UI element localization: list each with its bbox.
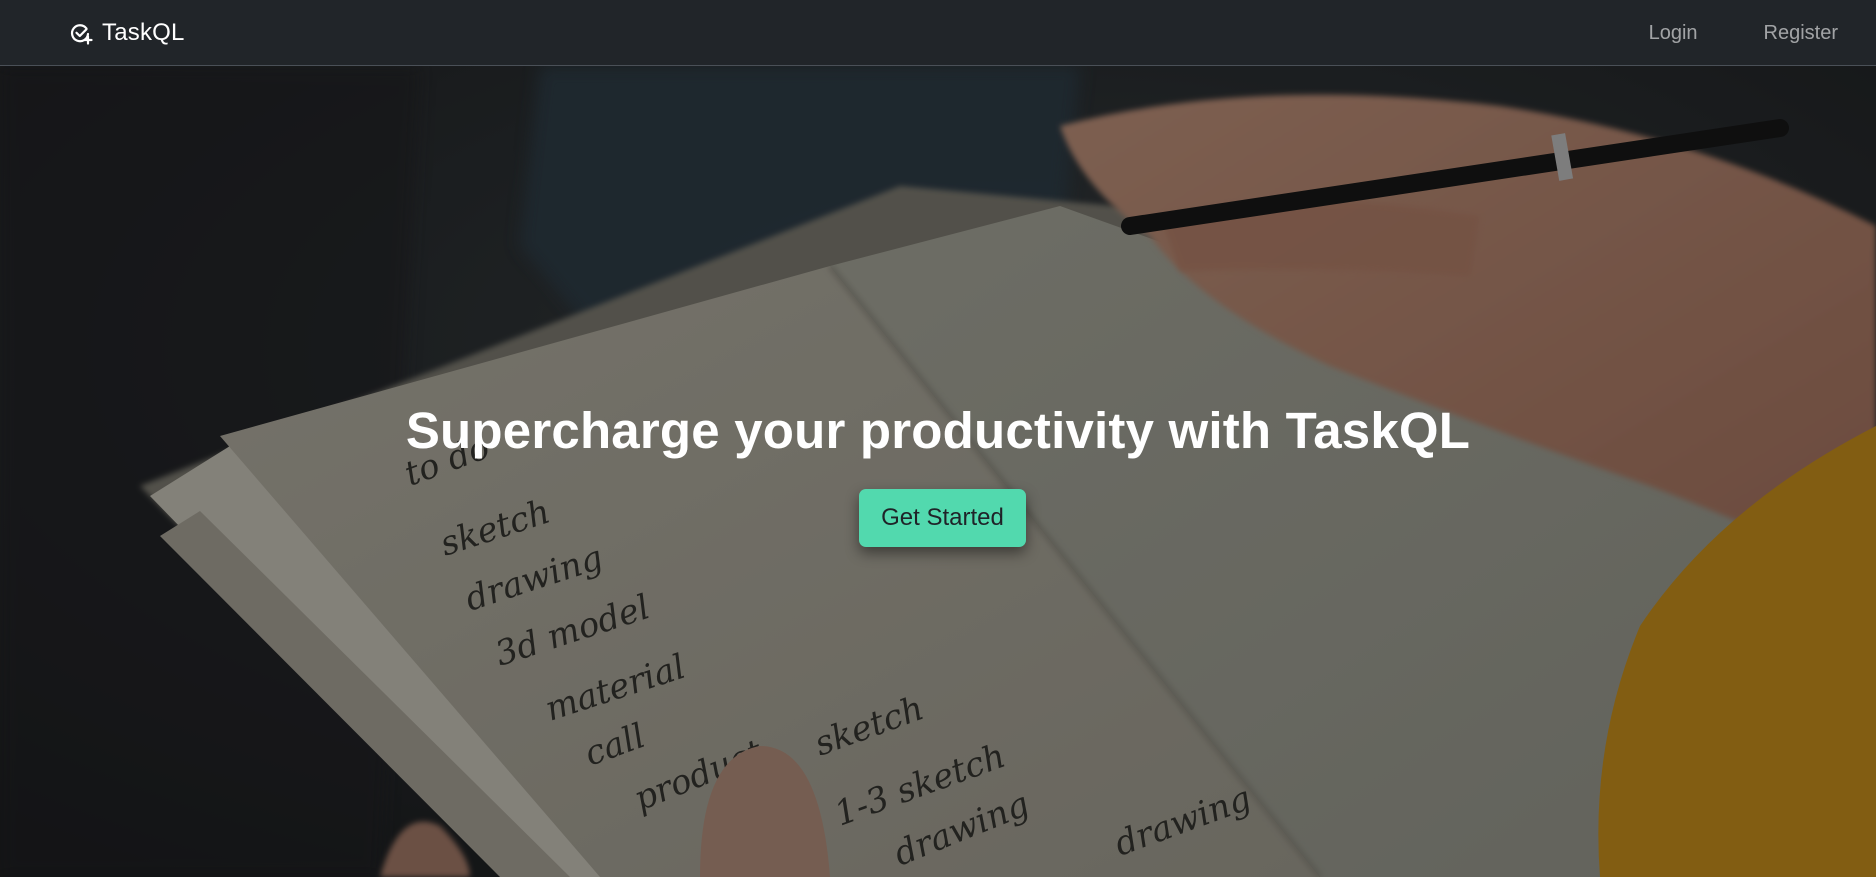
hero-title: Supercharge your productivity with TaskQ…	[405, 402, 1471, 459]
login-link[interactable]: Login	[1616, 22, 1731, 45]
register-link[interactable]: Register	[1731, 22, 1838, 45]
check-circle-plus-icon	[70, 24, 93, 45]
get-started-button[interactable]: Get Started	[859, 489, 1026, 547]
top-navbar: TaskQL Login Register	[0, 0, 1876, 66]
hero-dark-overlay	[0, 66, 1876, 877]
nav-links: Login Register	[1616, 0, 1838, 66]
hero-section: to do sketch drawing 3d model material c…	[0, 66, 1876, 877]
brand-link[interactable]: TaskQL	[68, 17, 185, 49]
brand-name: TaskQL	[102, 19, 185, 46]
